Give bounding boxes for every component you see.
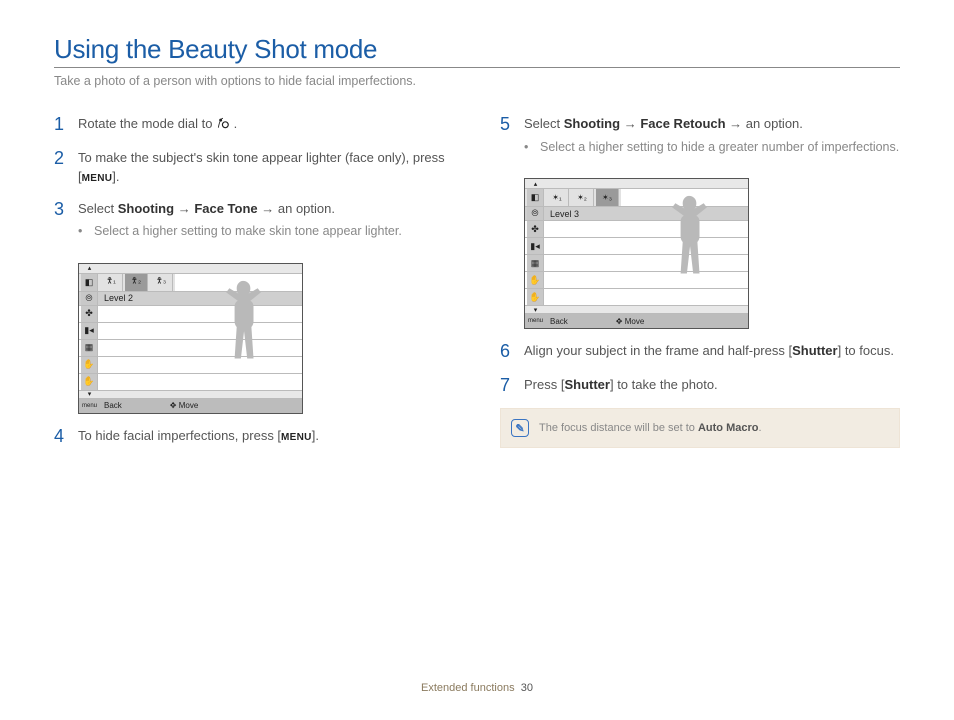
shooting-label: Shooting [564,116,620,131]
face-tone-label: Face Tone [194,201,257,216]
side-icon: ▦ [81,340,98,356]
menu-icon: menu [81,399,98,413]
menu-icon: menu [527,314,544,328]
step-3-text-a: Select [78,201,118,216]
side-icon: ✤ [81,306,98,322]
side-icon: ◧ [81,274,98,291]
page-subtitle: Take a photo of a person with options to… [54,74,900,88]
step-number: 7 [500,375,524,397]
step-4-text-a: To hide facial imperfections, press [ [78,428,281,443]
level-option-1: 🯆₁ [100,274,123,291]
note-icon: ✎ [511,419,529,437]
person-silhouette-icon [222,278,264,374]
back-label: Back [100,401,122,410]
person-silhouette-icon [668,193,710,289]
move-label: Move [179,401,199,410]
step-number: 3 [54,199,78,251]
level-option-1: ✶₁ [546,189,569,206]
level-option-2: ✶₂ [571,189,594,206]
step-5-bullet: Select a higher setting to hide a greate… [524,138,900,157]
arrow-icon: → [620,116,640,131]
step-4: 4 To hide facial imperfections, press [M… [54,426,454,448]
step-2-text-b: ]. [112,169,119,184]
step-3-bullet: Select a higher setting to make skin ton… [78,222,454,241]
level-option-3-selected: ✶₃ [596,189,619,206]
chevron-down-icon: ▾ [88,390,92,398]
footer-section: Extended functions [421,682,515,694]
side-icon: ⦾ [81,292,98,305]
side-icon: ▮◂ [527,238,544,254]
beauty-mode-dial-icon [216,116,230,130]
note-text: The focus distance will be set to Auto M… [539,422,762,434]
step-number: 1 [54,114,78,136]
chevron-up-icon: ▴ [534,180,538,188]
side-icon: ▮◂ [81,323,98,339]
step-6-text-a: Align your subject in the frame and half… [524,343,792,358]
step-7-text-a: Press [ [524,377,564,392]
step-3: 3 Select Shooting → Face Tone → an optio… [54,199,454,251]
move-icon: ✥ [170,401,177,410]
step-number: 5 [500,114,524,166]
step-number: 4 [54,426,78,448]
page-number: 30 [521,682,533,694]
level-option-3: 🯆₃ [150,274,173,291]
left-column: 1 Rotate the mode dial to . 2 To make th… [54,114,454,459]
back-label: Back [546,317,568,326]
side-icon: ✋ [527,272,544,288]
step-number: 2 [54,148,78,187]
step-5: 5 Select Shooting → Face Retouch → an op… [500,114,900,166]
step-2-text-a: To make the subject's skin tone appear l… [78,150,445,185]
shutter-label: Shutter [564,377,610,392]
step-1-text-a: Rotate the mode dial to [78,116,216,131]
note-box: ✎ The focus distance will be set to Auto… [500,408,900,448]
level-option-2-selected: 🯆₂ [125,274,148,291]
face-retouch-label: Face Retouch [640,116,725,131]
side-icon: ◧ [527,189,544,206]
step-1: 1 Rotate the mode dial to . [54,114,454,136]
step-7: 7 Press [Shutter] to take the photo. [500,375,900,397]
title-rule [54,67,900,68]
chevron-down-icon: ▾ [534,306,538,314]
arrow-icon: → [174,201,194,216]
chevron-up-icon: ▴ [88,264,92,272]
step-5-text-a: Select [524,116,564,131]
camera-screenshot-face-retouch: ▴ ◧ ✶₁ ✶₂ ✶₃ ⦾ Level 3 ✤ ▮◂ ▦ ✋ [524,178,749,329]
side-icon: ✋ [81,374,98,390]
shutter-label: Shutter [792,343,838,358]
level-label: Level 2 [100,293,133,303]
step-3-text-b: → an option. [258,201,335,216]
page-footer: Extended functions 30 [0,682,954,694]
step-1-text-b: . [234,116,238,131]
page-title: Using the Beauty Shot mode [54,34,900,65]
right-column: 5 Select Shooting → Face Retouch → an op… [500,114,900,459]
step-6-text-b: ] to focus. [838,343,894,358]
menu-label: MENU [281,432,312,443]
side-icon: ✋ [527,289,544,305]
side-icon: ✋ [81,357,98,373]
shooting-label: Shooting [118,201,174,216]
step-5-text-b: → an option. [726,116,803,131]
side-icon: ⦾ [527,207,544,220]
move-label: Move [625,317,645,326]
step-2: 2 To make the subject's skin tone appear… [54,148,454,187]
step-4-text-b: ]. [312,428,319,443]
camera-screenshot-face-tone: ▴ ◧ 🯆₁ 🯆₂ 🯆₃ ⦾ Level 2 ✤ ▮◂ ▦ ✋ [78,263,303,414]
level-label: Level 3 [546,209,579,219]
move-icon: ✥ [616,317,623,326]
step-number: 6 [500,341,524,363]
menu-label: MENU [82,173,113,184]
side-icon: ✤ [527,221,544,237]
step-7-text-b: ] to take the photo. [610,377,718,392]
step-6: 6 Align your subject in the frame and ha… [500,341,900,363]
side-icon: ▦ [527,255,544,271]
